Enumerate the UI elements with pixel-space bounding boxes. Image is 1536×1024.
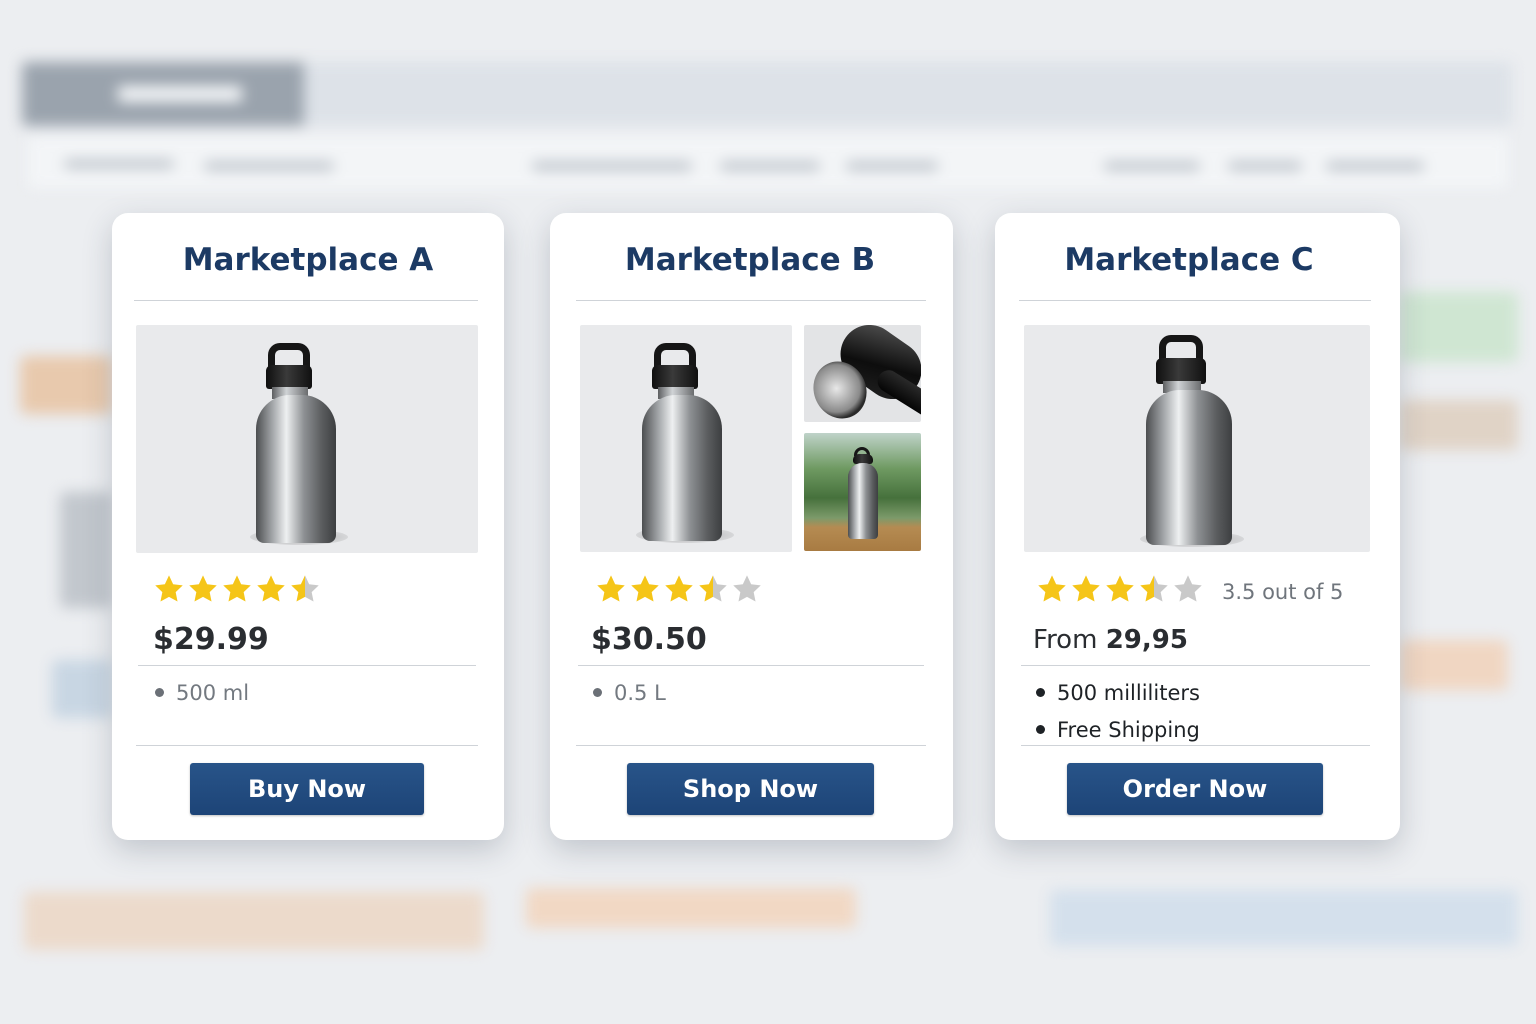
star-icon [153,573,185,605]
marketplace-title: Marketplace B [624,242,876,278]
half-star-icon [697,573,729,605]
divider [1019,300,1371,301]
star-icon [595,573,627,605]
bg-nav-link [532,162,692,170]
price: $30.50 [591,622,707,657]
product-image-main[interactable] [580,325,792,552]
bg-block [24,892,484,950]
price: $29.99 [153,622,269,657]
marketplace-title: Marketplace A [182,242,434,278]
star-icon [629,573,661,605]
bg-nav-link [204,162,334,170]
price-prefix: From [1033,625,1098,655]
price-value: 29,95 [1105,625,1188,655]
divider [1021,745,1370,746]
divider [138,665,476,666]
rating-text: 3.5 out of 5 [1222,580,1344,604]
star-icon [731,573,763,605]
bottle-illustration [250,343,348,545]
price: From 29,95 [1033,620,1188,660]
bg-nav-link [64,160,174,168]
star-icon [187,573,219,605]
star-icon [255,573,287,605]
star-icon [1070,573,1102,605]
bottle-illustration [848,447,878,539]
feature-item: 500 ml [155,678,249,708]
order-now-button[interactable]: Order Now [1067,763,1323,815]
bg-logo [118,86,242,102]
bg-nav-link [1326,162,1424,170]
bullet-dot-icon [1036,724,1045,734]
bottle-illustration [1140,335,1244,547]
half-star-icon [289,573,321,605]
feature-item: 500 milliliters [1036,678,1200,708]
buy-now-button[interactable]: Buy Now [190,763,424,815]
marketplace-title: Marketplace C [1064,242,1314,278]
divider [1021,665,1370,666]
bullet-dot-icon [593,687,602,697]
divider [134,300,478,301]
star-icon [1172,573,1204,605]
star-icon [221,573,253,605]
bg-block [20,356,112,414]
bg-nav-link [720,162,820,170]
bg-nav-link [1104,162,1200,170]
divider [136,745,478,746]
star-icon [1104,573,1136,605]
feature-item: Free Shipping [1036,715,1200,745]
half-star-icon [1138,573,1170,605]
bullet-dot-icon [1036,687,1045,697]
bg-nav-link [1228,162,1302,170]
bg-block [60,492,112,608]
product-thumbnail-outdoor[interactable] [804,433,921,551]
bg-block [526,888,856,928]
product-image[interactable] [136,325,478,553]
bullet-dot-icon [155,687,164,697]
star-icon [663,573,695,605]
bg-block [1400,292,1518,362]
divider [576,745,926,746]
bg-block [52,660,112,718]
star-icon [1036,573,1068,605]
feature-item: 0.5 L [593,678,666,708]
bg-block [1400,400,1518,450]
shop-now-button[interactable]: Shop Now [627,763,874,815]
bottle-illustration [636,343,734,543]
divider [576,300,926,301]
product-image[interactable] [1024,325,1370,552]
bg-nav-link [846,162,938,170]
rating-stars [595,573,755,609]
rating-stars [1036,573,1212,609]
rating-stars [153,573,313,609]
bg-block [1400,640,1508,690]
product-thumbnail-cap[interactable] [804,325,921,422]
divider [578,665,924,666]
bg-block [1050,890,1518,946]
